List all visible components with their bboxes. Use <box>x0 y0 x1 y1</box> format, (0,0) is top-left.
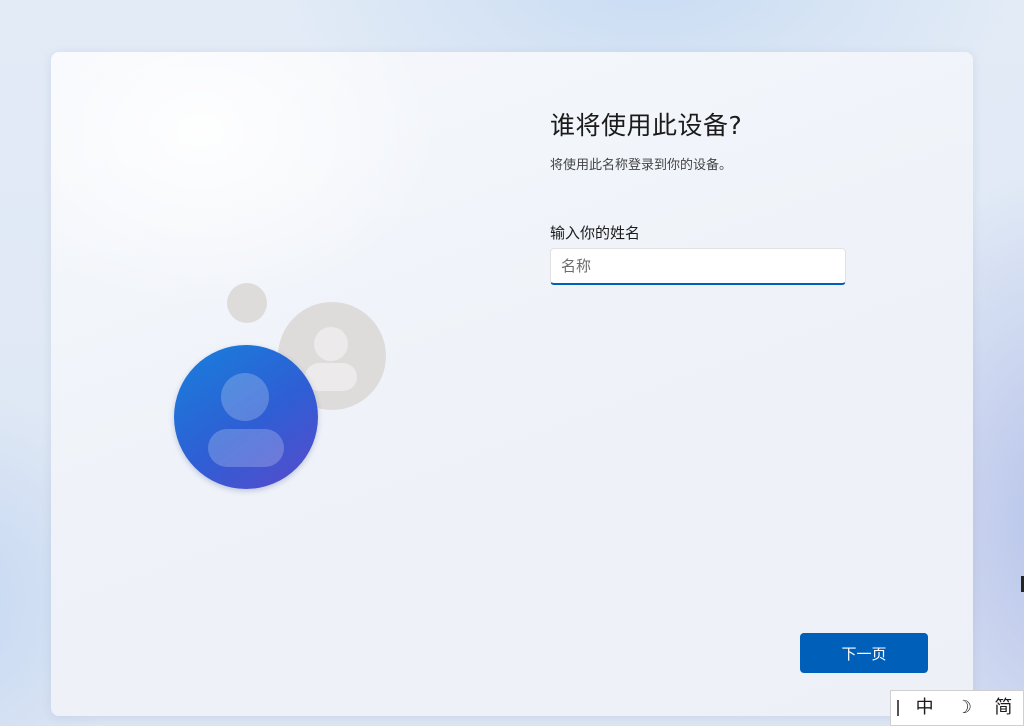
blue-user-body <box>208 429 284 467</box>
setup-card: 谁将使用此设备? 将使用此名称登录到你的设备。 输入你的姓名 下一页 <box>51 52 973 716</box>
small-circle-decoration <box>227 283 267 323</box>
ime-toolbar: 中 ☽ 简 <box>890 690 1024 726</box>
moon-icon[interactable]: ☽ <box>944 690 983 726</box>
page-title: 谁将使用此设备? <box>550 111 743 140</box>
gray-user-head <box>314 327 348 361</box>
blue-user-icon <box>174 345 318 489</box>
name-field-label: 输入你的姓名 <box>550 224 641 242</box>
ime-drag-handle[interactable] <box>891 691 905 725</box>
gray-user-body <box>305 363 357 391</box>
name-input[interactable] <box>550 248 846 285</box>
blue-user-head <box>221 373 269 421</box>
ime-mode-toggle[interactable]: 中 <box>905 690 944 726</box>
next-button[interactable]: 下一页 <box>800 633 928 673</box>
page-subtitle: 将使用此名称登录到你的设备。 <box>550 158 733 173</box>
avatar-illustration <box>51 52 451 716</box>
ime-script-toggle[interactable]: 简 <box>984 690 1023 726</box>
